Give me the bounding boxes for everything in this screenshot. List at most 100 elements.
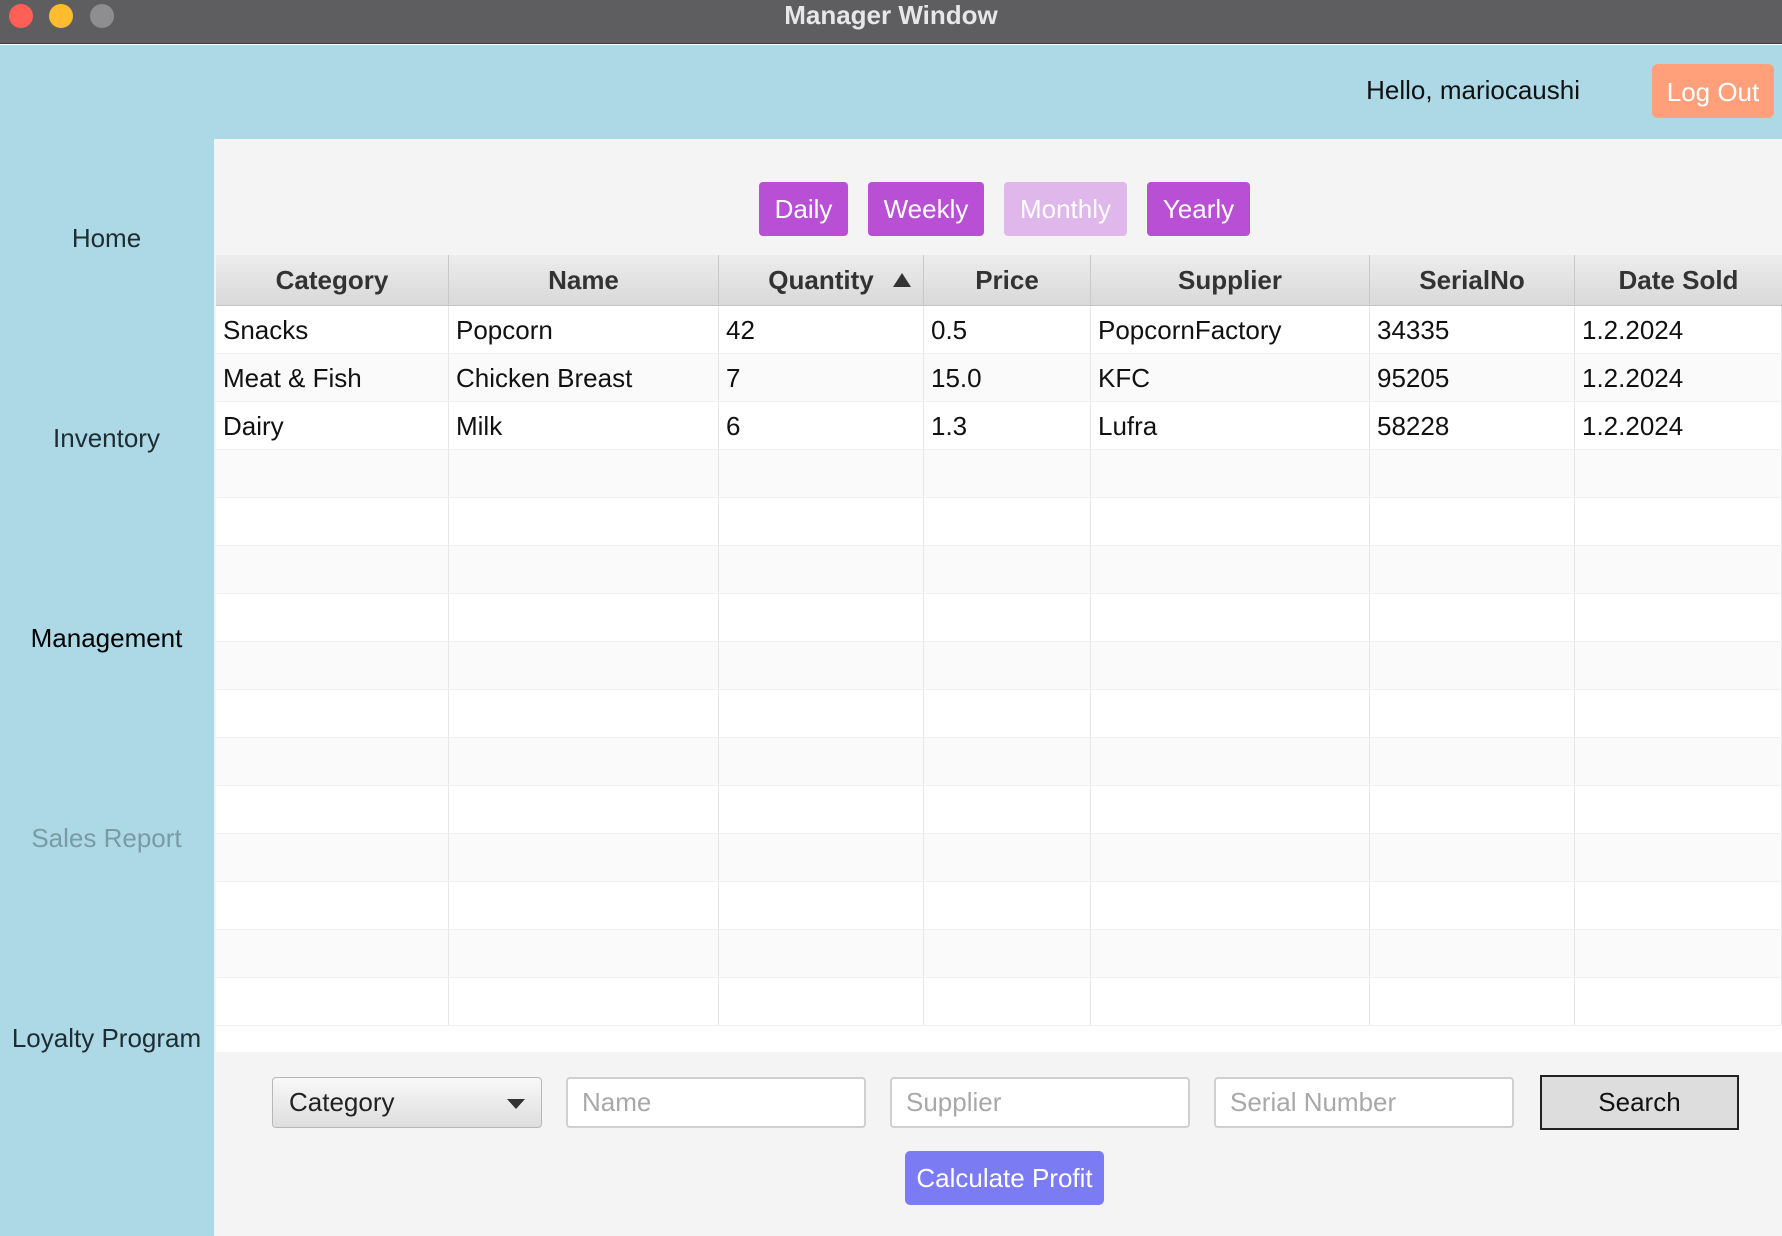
table-cell: 95205 [1370,354,1575,402]
table-row[interactable]: Snacks Popcorn 42 0.5 PopcornFactory 34335 1.2… [216,306,1782,354]
table-cell [216,978,449,1026]
table-cell [719,546,924,594]
table-cell [216,594,449,642]
table-cell: 58228 [1370,402,1575,450]
table-cell: Milk [449,402,719,450]
sort-ascending-icon [893,273,911,287]
sidebar-item-sales-report: Sales Report [31,823,182,853]
table-cell [1370,738,1575,786]
table-cell: Popcorn [449,306,719,354]
table-cell: PopcornFactory [1091,306,1370,354]
table-cell: 1.2.2024 [1575,354,1782,402]
sidebar-item-inventory[interactable]: Inventory [0,423,213,454]
table-cell [1091,594,1370,642]
column-header-quantity[interactable]: Quantity [719,255,924,305]
sidebar-item-loyalty-program[interactable]: Loyalty Program [0,1023,213,1054]
yearly-button[interactable]: Yearly [1147,182,1250,236]
table-cell [1091,930,1370,978]
table-row [216,930,1782,978]
table-cell [924,450,1091,498]
sidebar-item-home[interactable]: Home [0,223,213,254]
table-cell [1091,642,1370,690]
table-cell: 7 [719,354,924,402]
title-bar: Manager Window [0,0,1782,44]
category-select[interactable]: Category [272,1077,542,1128]
table-cell [1370,978,1575,1026]
table-cell [719,450,924,498]
name-field[interactable] [566,1077,866,1128]
table-cell [449,786,719,834]
table-cell: Meat & Fish [216,354,449,402]
table-row [216,546,1782,594]
table-cell [216,690,449,738]
table-cell: KFC [1091,354,1370,402]
column-header-date-sold[interactable]: Date Sold [1575,255,1782,305]
table-cell [1370,546,1575,594]
column-header-serialno[interactable]: SerialNo [1370,255,1575,305]
table-row[interactable]: Meat & Fish Chicken Breast 7 15.0 KFC 95205 1.… [216,354,1782,402]
user-greeting: Hello, mariocaushi [1366,75,1580,105]
table-row [216,498,1782,546]
table-row [216,786,1782,834]
column-header-name[interactable]: Name [449,255,719,305]
table-row [216,642,1782,690]
table-cell [216,546,449,594]
table-cell: 1.2.2024 [1575,402,1782,450]
table-cell [449,450,719,498]
table-cell [449,834,719,882]
sidebar-item-management[interactable]: Management [0,623,213,654]
table-cell [216,882,449,930]
logout-button[interactable]: Log Out [1652,64,1774,118]
calculate-profit-button[interactable]: Calculate Profit [905,1151,1104,1205]
table-cell [216,738,449,786]
table-cell: Lufra [1091,402,1370,450]
table-row [216,834,1782,882]
table-cell: 15.0 [924,354,1091,402]
table-cell [1370,882,1575,930]
sales-table[interactable]: Category Name Quantity Price Supplier Se… [216,255,1782,1052]
column-header-supplier[interactable]: Supplier [1091,255,1370,305]
table-cell [1091,450,1370,498]
table-cell [1091,546,1370,594]
serial-number-field[interactable] [1214,1077,1514,1128]
table-cell [1370,786,1575,834]
table-cell [216,930,449,978]
table-cell: 1.2.2024 [1575,306,1782,354]
table-cell [449,978,719,1026]
table-cell [719,882,924,930]
table-cell [719,594,924,642]
table-cell [1370,834,1575,882]
table-row [216,450,1782,498]
table-cell [1575,930,1782,978]
column-header-category[interactable]: Category [216,255,449,305]
supplier-field[interactable] [890,1077,1190,1128]
table-cell [1370,594,1575,642]
table-cell [719,978,924,1026]
table-cell [1370,498,1575,546]
table-cell [719,642,924,690]
table-cell [719,498,924,546]
search-button[interactable]: Search [1540,1075,1739,1130]
weekly-button[interactable]: Weekly [868,182,984,236]
table-cell [924,546,1091,594]
chevron-down-icon [507,1099,525,1109]
table-cell: 34335 [1370,306,1575,354]
table-cell [1575,786,1782,834]
monthly-button: Monthly [1004,182,1127,236]
table-cell [1370,930,1575,978]
table-cell [216,786,449,834]
table-cell [1575,594,1782,642]
table-cell [1575,834,1782,882]
table-cell [1091,882,1370,930]
table-cell [719,690,924,738]
table-cell [449,546,719,594]
table-cell [449,738,719,786]
daily-button[interactable]: Daily [759,182,848,236]
table-row[interactable]: Dairy Milk 6 1.3 Lufra 58228 1.2.2024 [216,402,1782,450]
table-cell: Chicken Breast [449,354,719,402]
table-cell [1091,978,1370,1026]
table-cell [924,930,1091,978]
table-cell: Dairy [216,402,449,450]
column-header-price[interactable]: Price [924,255,1091,305]
table-cell [719,786,924,834]
